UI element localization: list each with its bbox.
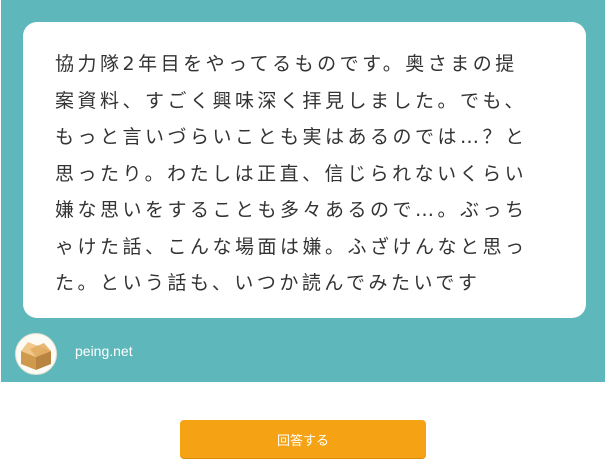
card-footer: peing.net — [15, 333, 591, 375]
site-name: peing.net — [75, 343, 133, 359]
answer-button[interactable]: 回答する — [180, 420, 426, 458]
question-text: 協力隊2年目をやってるものです。奥さまの提 案資料、すごく興味深く拝見しました。… — [55, 53, 528, 294]
box-icon — [21, 342, 51, 370]
avatar — [15, 333, 57, 375]
question-bubble: 協力隊2年目をやってるものです。奥さまの提 案資料、すごく興味深く拝見しました。… — [23, 22, 586, 318]
question-card: 協力隊2年目をやってるものです。奥さまの提 案資料、すごく興味深く拝見しました。… — [1, 0, 605, 382]
